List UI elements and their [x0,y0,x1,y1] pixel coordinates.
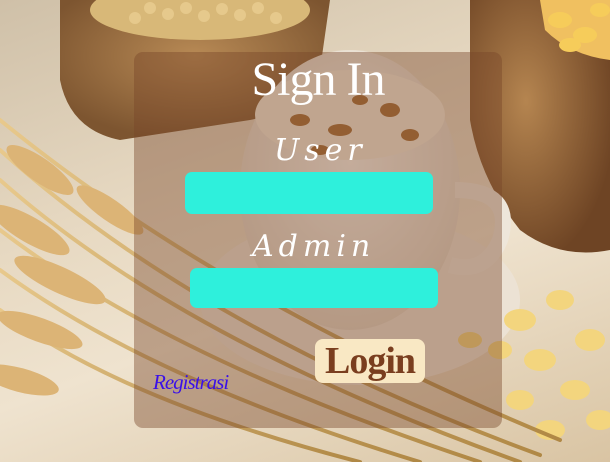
register-link[interactable]: Registrasi [153,369,229,395]
user-label: User [274,133,367,168]
admin-label: Admin [252,229,376,264]
admin-password-input[interactable] [190,268,438,308]
login-button[interactable]: Login [315,339,425,383]
page-title: Sign In [251,53,385,106]
user-input[interactable] [185,172,433,214]
